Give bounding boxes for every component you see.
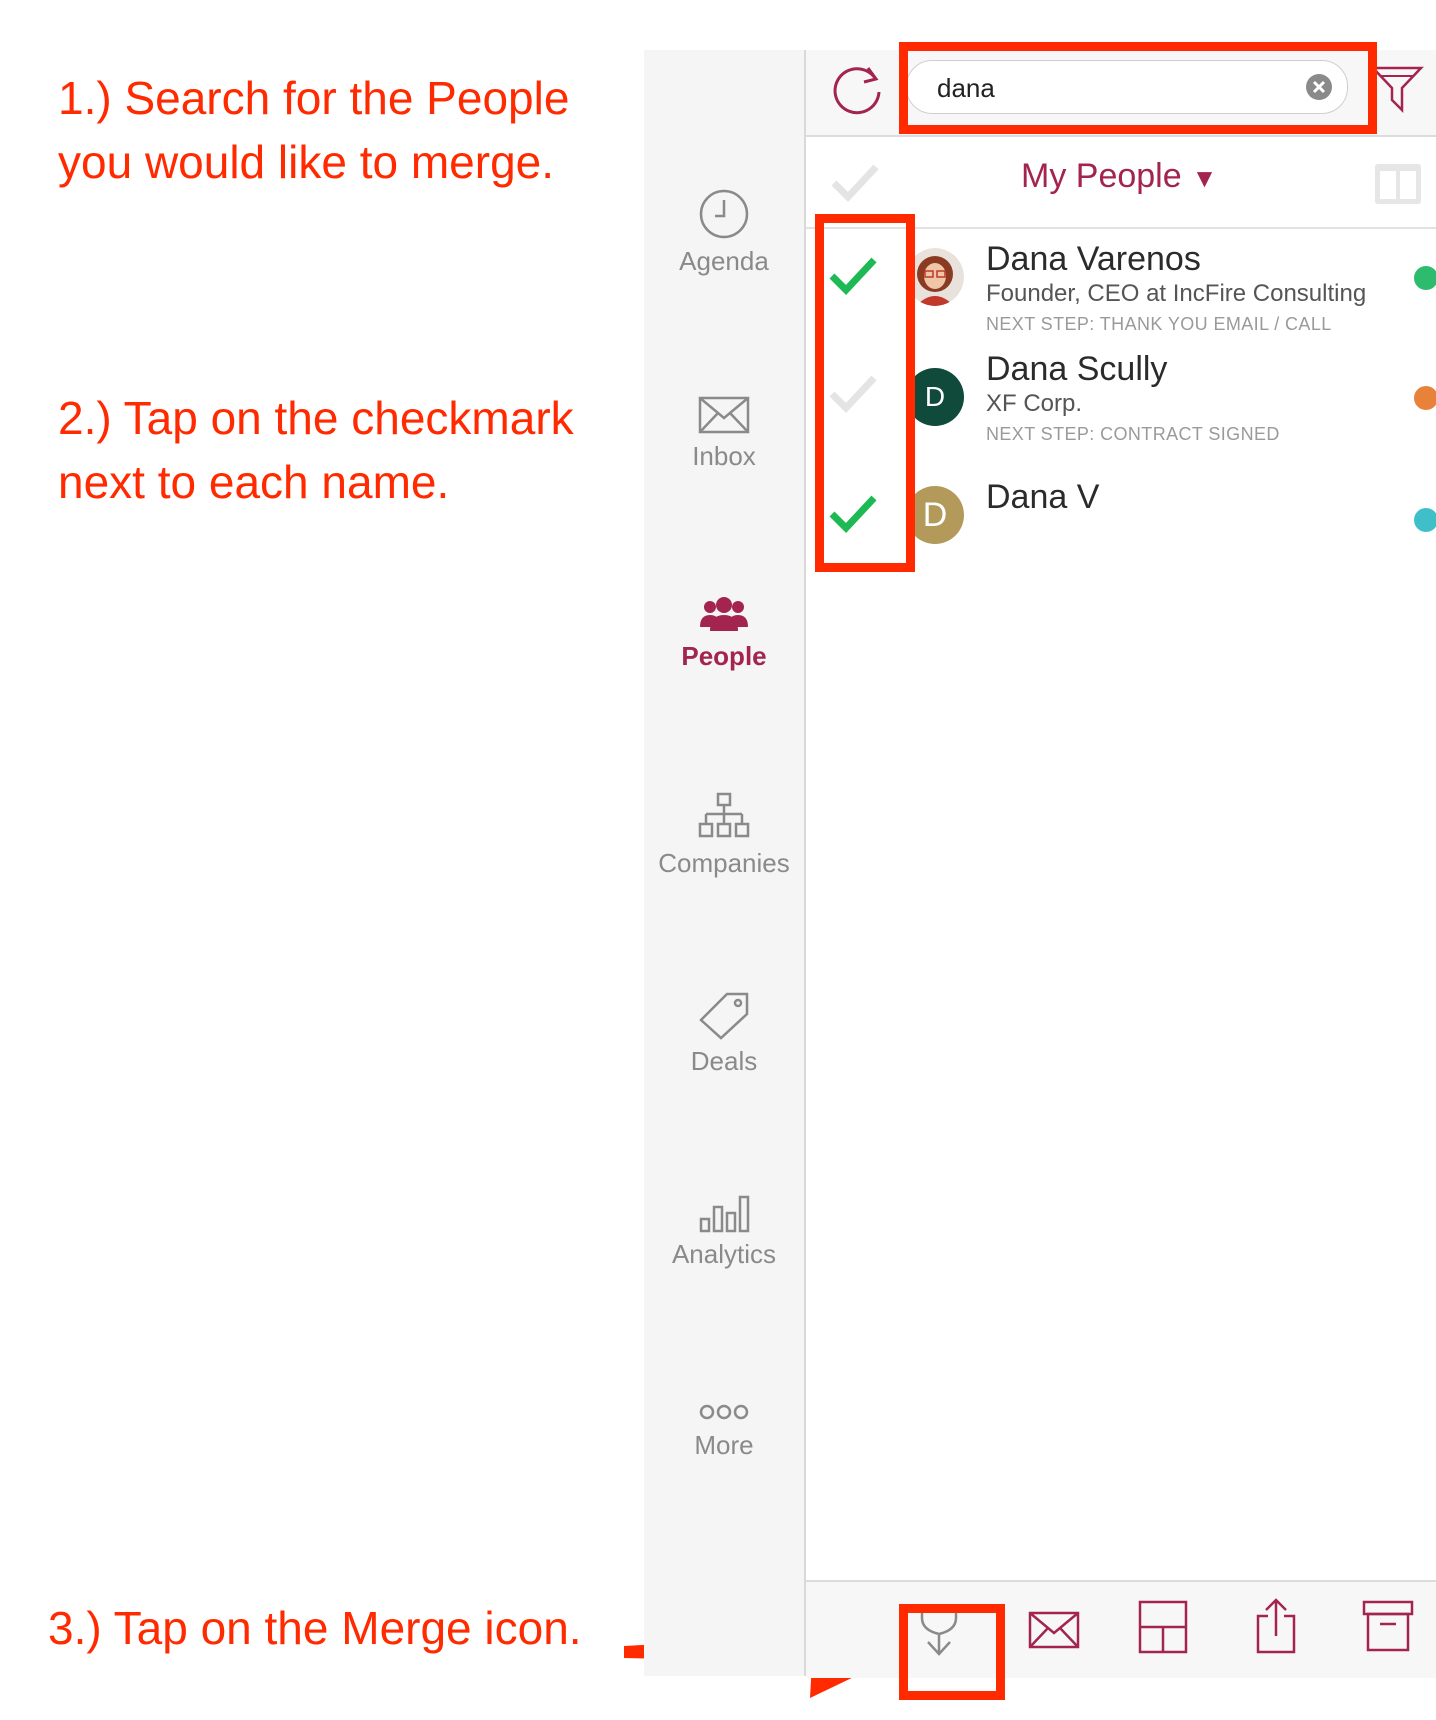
sidebar-item-label: People [681,641,767,671]
sidebar-item-more[interactable]: More [644,1400,804,1461]
sidebar-item-inbox[interactable]: Inbox [644,395,804,472]
sidebar-item-people[interactable]: People [644,595,804,672]
list-title-dropdown[interactable]: My People ▼ [1021,157,1217,196]
status-dot [1414,508,1436,532]
person-name: Dana Scully [986,350,1168,388]
person-name: Dana Varenos [986,240,1201,278]
sidebar-item-analytics[interactable]: Analytics [644,1193,804,1270]
share-icon[interactable] [1254,1596,1298,1656]
sidebar-item-label: Companies [658,848,790,878]
person-next-step: NEXT STEP: THANK YOU EMAIL / CALL [986,314,1332,334]
list-title: My People [1021,157,1182,195]
tag-icon [699,992,749,1040]
person-subtitle: Founder, CEO at IncFire Consulting [986,280,1367,307]
org-chart-icon [698,792,750,838]
status-dot [1414,266,1436,290]
refresh-icon[interactable] [828,60,886,118]
highlight-checkmarks [815,214,915,572]
sidebar-item-label: Analytics [671,1239,777,1269]
highlight-search-box [899,42,1377,134]
status-dot [1414,386,1436,410]
sidebar-item-label: Agenda [679,246,769,276]
select-all-check-icon[interactable] [830,159,880,203]
sidebar-item-deals[interactable]: Deals [644,990,804,1077]
bar-chart-icon [699,1195,750,1233]
envelope-icon [698,396,750,434]
person-subtitle: XF Corp. [986,390,1083,417]
person-next-step: NEXT STEP: CONTRACT SIGNED [986,424,1280,444]
filter-icon[interactable] [1370,62,1424,116]
instruction-step-3: 3.) Tap on the Merge icon. [48,1602,582,1654]
highlight-merge-icon [899,1604,1005,1700]
sidebar: Agenda Inbox People Companies Deals Anal… [644,50,806,1676]
instruction-step-2: 2.) Tap on the checkmark next to each na… [58,392,574,508]
clock-icon [699,189,749,239]
sidebar-item-label: More [694,1430,754,1460]
caret-down-icon: ▼ [1191,163,1218,193]
archive-icon[interactable] [1362,1600,1414,1652]
person-name: Dana V [986,478,1100,516]
more-icon [699,1404,749,1420]
sidebar-item-label: Inbox [692,441,756,471]
split-view-icon[interactable] [1374,163,1422,205]
sidebar-item-label: Deals [690,1046,758,1076]
sidebar-item-agenda[interactable]: Agenda [644,188,804,277]
instruction-step-1: 1.) Search for the People you would like… [58,72,570,188]
envelope-icon[interactable] [1028,1610,1080,1650]
sidebar-item-companies[interactable]: Companies [644,792,804,879]
layout-icon[interactable] [1138,1600,1188,1654]
people-icon [700,597,748,631]
